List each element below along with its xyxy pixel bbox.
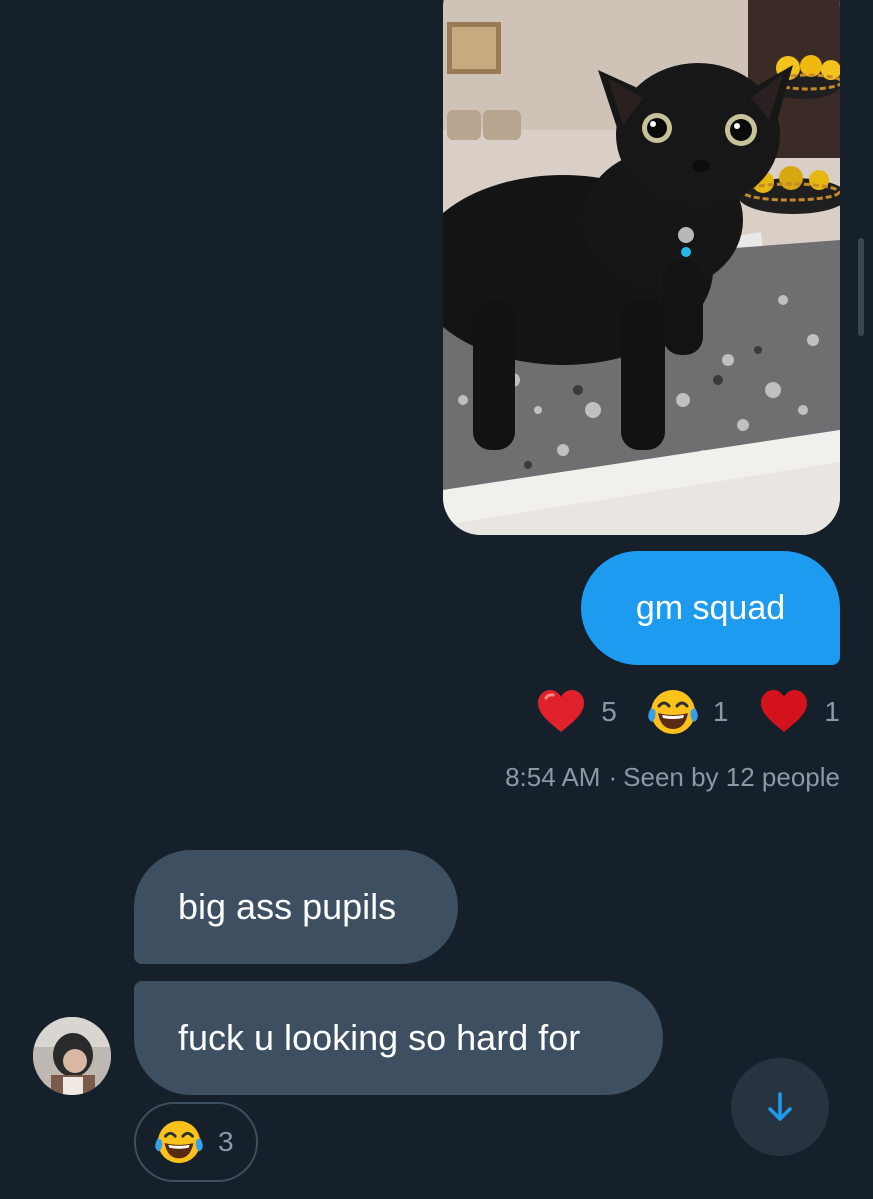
incoming-message-bubble[interactable]: fuck u looking so hard for <box>134 981 663 1095</box>
reaction-count: 1 <box>712 696 729 727</box>
message-reactions: 5 1 1 <box>505 686 840 738</box>
incoming-reaction-pill[interactable]: 3 <box>134 1102 258 1182</box>
message-meta: 8:54 AM · Seen by 12 people <box>505 762 840 793</box>
face-with-tears-of-joy-icon <box>648 690 698 734</box>
incoming-message-text: big ass pupils <box>178 886 397 927</box>
black-cat-photo-icon <box>443 0 840 535</box>
incoming-message-text: fuck u looking so hard for <box>178 1017 581 1058</box>
reaction-heart-2[interactable]: 1 <box>758 686 840 738</box>
dm-conversation: gm squad 5 1 1 8:54 AM · Seen by 12 peop… <box>0 0 873 1199</box>
scrollbar[interactable] <box>858 238 864 336</box>
reaction-count: 5 <box>601 696 617 727</box>
red-heart-icon <box>761 690 808 732</box>
face-with-tears-of-joy-icon <box>155 1120 203 1164</box>
photo-message[interactable] <box>443 0 840 535</box>
red-heart-icon <box>538 690 585 732</box>
separator-dot: · <box>608 762 618 792</box>
avatar-image <box>33 1017 111 1095</box>
reaction-heart[interactable]: 5 <box>535 686 617 738</box>
seen-by-text[interactable]: Seen by 12 people <box>623 762 840 792</box>
scroll-to-bottom-button[interactable] <box>731 1058 829 1156</box>
outgoing-message-text: gm squad <box>635 588 786 627</box>
reaction-count: 3 <box>218 1126 234 1157</box>
incoming-message-bubble[interactable]: big ass pupils <box>134 850 458 964</box>
outgoing-message-bubble[interactable]: gm squad <box>581 551 840 665</box>
reaction-laugh[interactable]: 1 <box>647 686 729 738</box>
reaction-count: 1 <box>824 696 840 727</box>
avatar[interactable] <box>33 1017 111 1095</box>
message-time: 8:54 AM <box>505 762 601 792</box>
arrow-down-icon <box>768 1092 792 1121</box>
